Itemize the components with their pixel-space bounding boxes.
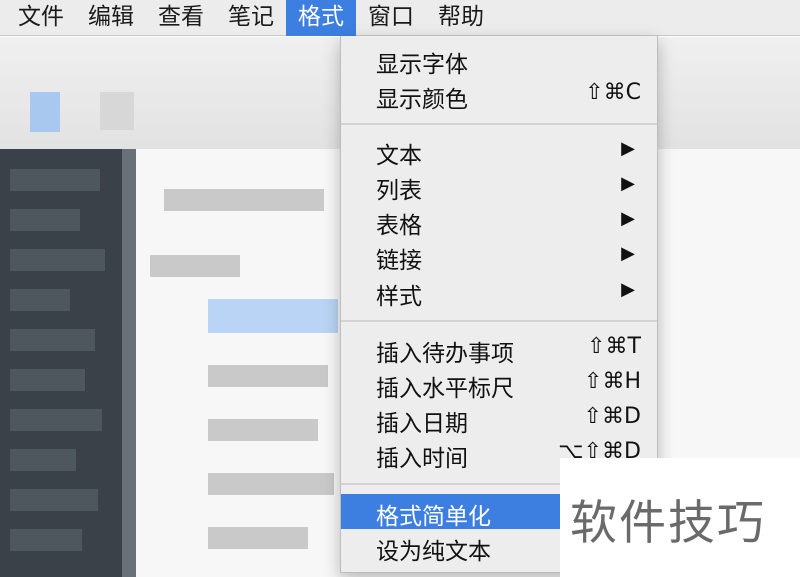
menu-item-label: 格式简单化 xyxy=(376,504,491,530)
sidebar-blurred-row xyxy=(10,289,70,311)
list-blurred-row xyxy=(208,473,334,495)
menubar-window[interactable]: 窗口 xyxy=(356,0,426,36)
menu-item-table[interactable]: 表格 ▶ xyxy=(341,203,657,239)
menu-item-label: 链接 xyxy=(376,248,422,274)
watermark-text: 软件技巧 xyxy=(570,496,766,551)
sidebar-blurred-row xyxy=(10,529,82,551)
menu-divider xyxy=(341,320,657,322)
list-blurred-row xyxy=(208,365,328,387)
sidebar-blurred-row xyxy=(10,249,105,271)
menubar-notes[interactable]: 笔记 xyxy=(216,0,286,36)
menu-bar: 文件 编辑 查看 笔记 格式 窗口 帮助 xyxy=(0,0,800,36)
list-blurred-row xyxy=(208,527,308,549)
list-blurred-row xyxy=(208,419,318,441)
menu-item-label: 设为纯文本 xyxy=(376,539,491,565)
sidebar-blurred-row xyxy=(10,329,95,351)
menu-item-text[interactable]: 文本 ▶ xyxy=(341,133,657,169)
menu-item-label: 插入待办事项 xyxy=(376,341,514,367)
list-selected-row xyxy=(208,299,338,333)
menu-item-label: 列表 xyxy=(376,178,422,204)
menu-item-shortcut: ⇧⌘H xyxy=(584,369,641,394)
menu-item-label: 插入水平标尺 xyxy=(376,376,514,402)
sidebar-blurred-row xyxy=(10,369,85,391)
submenu-arrow-icon: ▶ xyxy=(621,138,635,159)
submenu-arrow-icon: ▶ xyxy=(621,208,635,229)
menubar-file[interactable]: 文件 xyxy=(6,0,76,36)
menubar-edit[interactable]: 编辑 xyxy=(76,0,146,36)
toolbar-blurred-icon xyxy=(30,92,60,132)
sidebar-divider xyxy=(122,149,136,577)
menu-item-show-fonts[interactable]: 显示字体 xyxy=(341,42,657,78)
menubar-view[interactable]: 查看 xyxy=(146,0,216,36)
sidebar-blurred-row xyxy=(10,489,98,511)
menu-item-label: 显示字体 xyxy=(376,52,468,78)
sidebar-blurred-row xyxy=(10,169,100,191)
menu-item-shortcut: ⇧⌘D xyxy=(583,404,641,429)
menu-item-insert-date[interactable]: 插入日期 ⇧⌘D xyxy=(341,401,657,437)
menu-divider xyxy=(341,123,657,125)
sidebar-blurred-row xyxy=(10,449,76,471)
sidebar-blurred-row xyxy=(10,209,80,231)
toolbar-blurred-icon xyxy=(100,92,134,130)
menu-item-label: 插入日期 xyxy=(376,411,468,437)
menu-item-shortcut: ⇧⌘T xyxy=(587,334,641,359)
menu-item-label: 插入时间 xyxy=(376,446,468,472)
menubar-help[interactable]: 帮助 xyxy=(426,0,496,36)
sidebar-blurred-row xyxy=(10,409,102,431)
menu-item-link[interactable]: 链接 ▶ xyxy=(341,238,657,274)
submenu-arrow-icon: ▶ xyxy=(621,279,635,300)
menu-item-label: 样式 xyxy=(376,284,422,310)
list-blurred-row xyxy=(150,255,240,277)
menu-item-show-colors[interactable]: 显示颜色 ⇧⌘C xyxy=(341,77,657,113)
notes-sidebar xyxy=(0,149,122,577)
menu-item-label: 表格 xyxy=(376,213,422,239)
menu-item-label: 文本 xyxy=(376,143,422,169)
menu-item-insert-todo[interactable]: 插入待办事项 ⇧⌘T xyxy=(341,331,657,367)
menu-item-shortcut: ⇧⌘C xyxy=(585,80,641,105)
submenu-arrow-icon: ▶ xyxy=(621,243,635,264)
menu-item-insert-horizontal-rule[interactable]: 插入水平标尺 ⇧⌘H xyxy=(341,366,657,402)
watermark: 软件技巧 xyxy=(560,458,800,577)
menu-item-style[interactable]: 样式 ▶ xyxy=(341,274,657,310)
menubar-format[interactable]: 格式 xyxy=(286,0,356,36)
menu-item-list[interactable]: 列表 ▶ xyxy=(341,168,657,204)
submenu-arrow-icon: ▶ xyxy=(621,173,635,194)
menu-item-label: 显示颜色 xyxy=(376,87,468,113)
list-blurred-row xyxy=(164,189,324,211)
